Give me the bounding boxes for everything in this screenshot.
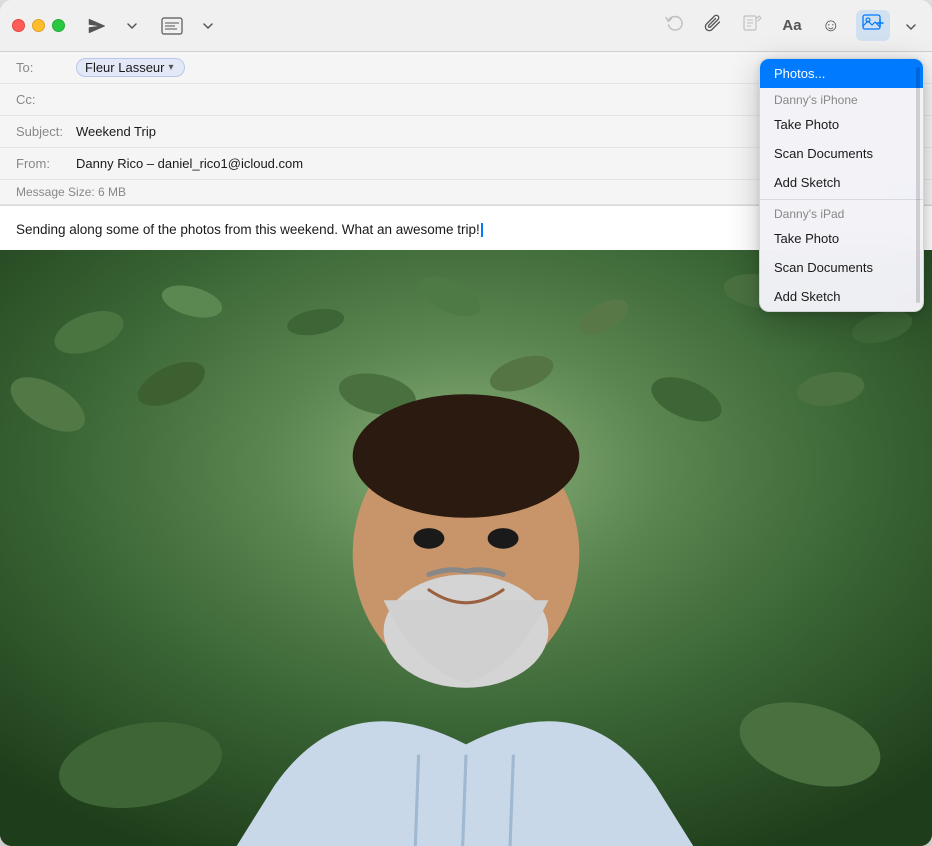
section-label-iphone: Danny's iPhone: [774, 93, 858, 107]
menu-item-take-photo-1-label: Take Photo: [774, 117, 839, 132]
send-button[interactable]: [81, 13, 113, 39]
emoji-icon: ☺: [822, 15, 840, 35]
section-label-ipad: Danny's iPad: [774, 207, 844, 221]
menu-item-take-photo-2-label: Take Photo: [774, 231, 839, 246]
recipient-name: Fleur Lasseur: [85, 60, 164, 75]
menu-section-dannys-ipad: Danny's iPad: [760, 202, 923, 224]
mail-compose-window: Aa ☺ To: Fl: [0, 0, 932, 846]
send-dropdown-button[interactable]: [121, 18, 143, 34]
note-format-button[interactable]: [155, 13, 189, 39]
menu-item-take-photo-1[interactable]: Take Photo: [760, 110, 923, 139]
attachment-button[interactable]: [700, 9, 726, 42]
menu-item-scan-docs-1[interactable]: Scan Documents: [760, 139, 923, 168]
toolbar-right: Aa ☺: [660, 9, 920, 42]
foliage-bg: [0, 250, 932, 846]
insert-dropdown-button[interactable]: [902, 11, 920, 40]
text-cursor: [481, 223, 483, 237]
to-label: To:: [16, 60, 76, 75]
body-content: Sending along some of the photos from th…: [16, 222, 480, 237]
minimize-button[interactable]: [32, 19, 45, 32]
menu-separator: [760, 199, 923, 200]
titlebar: Aa ☺: [0, 0, 932, 52]
menu-item-add-sketch-2-label: Add Sketch: [774, 289, 841, 304]
cc-label: Cc:: [16, 92, 76, 107]
dropdown-scrollbar[interactable]: [916, 67, 920, 303]
menu-item-take-photo-2[interactable]: Take Photo: [760, 224, 923, 253]
emoji-button[interactable]: ☺: [818, 11, 844, 40]
photo-image: [0, 250, 932, 846]
menu-item-add-sketch-1-label: Add Sketch: [774, 175, 841, 190]
from-label: From:: [16, 156, 76, 171]
maximize-button[interactable]: [52, 19, 65, 32]
menu-item-photos-label: Photos...: [774, 66, 825, 81]
message-size-label: Message Size: 6 MB: [16, 185, 126, 199]
font-label: Aa: [782, 17, 801, 34]
menu-item-scan-docs-2[interactable]: Scan Documents: [760, 253, 923, 282]
insert-dropdown-menu: Photos... Danny's iPhone Take Photo Scan…: [759, 58, 924, 312]
photo-container: [0, 250, 932, 846]
menu-item-photos[interactable]: Photos...: [760, 59, 923, 88]
font-button[interactable]: Aa: [778, 13, 805, 38]
subject-label: Subject:: [16, 124, 76, 139]
traffic-lights: [12, 19, 65, 32]
menu-item-scan-docs-1-label: Scan Documents: [774, 146, 873, 161]
compose-button[interactable]: [738, 10, 766, 41]
to-recipient-chip[interactable]: Fleur Lasseur ▾: [76, 58, 185, 77]
close-button[interactable]: [12, 19, 25, 32]
menu-item-add-sketch-2[interactable]: Add Sketch: [760, 282, 923, 311]
chevron-down-icon: ▾: [168, 62, 173, 73]
menu-item-scan-docs-2-label: Scan Documents: [774, 260, 873, 275]
menu-item-add-sketch-1[interactable]: Add Sketch: [760, 168, 923, 197]
insert-photo-button[interactable]: [856, 10, 890, 41]
note-format-dropdown[interactable]: [197, 18, 219, 34]
undo-button[interactable]: [660, 10, 688, 41]
menu-section-dannys-iphone: Danny's iPhone: [760, 88, 923, 110]
